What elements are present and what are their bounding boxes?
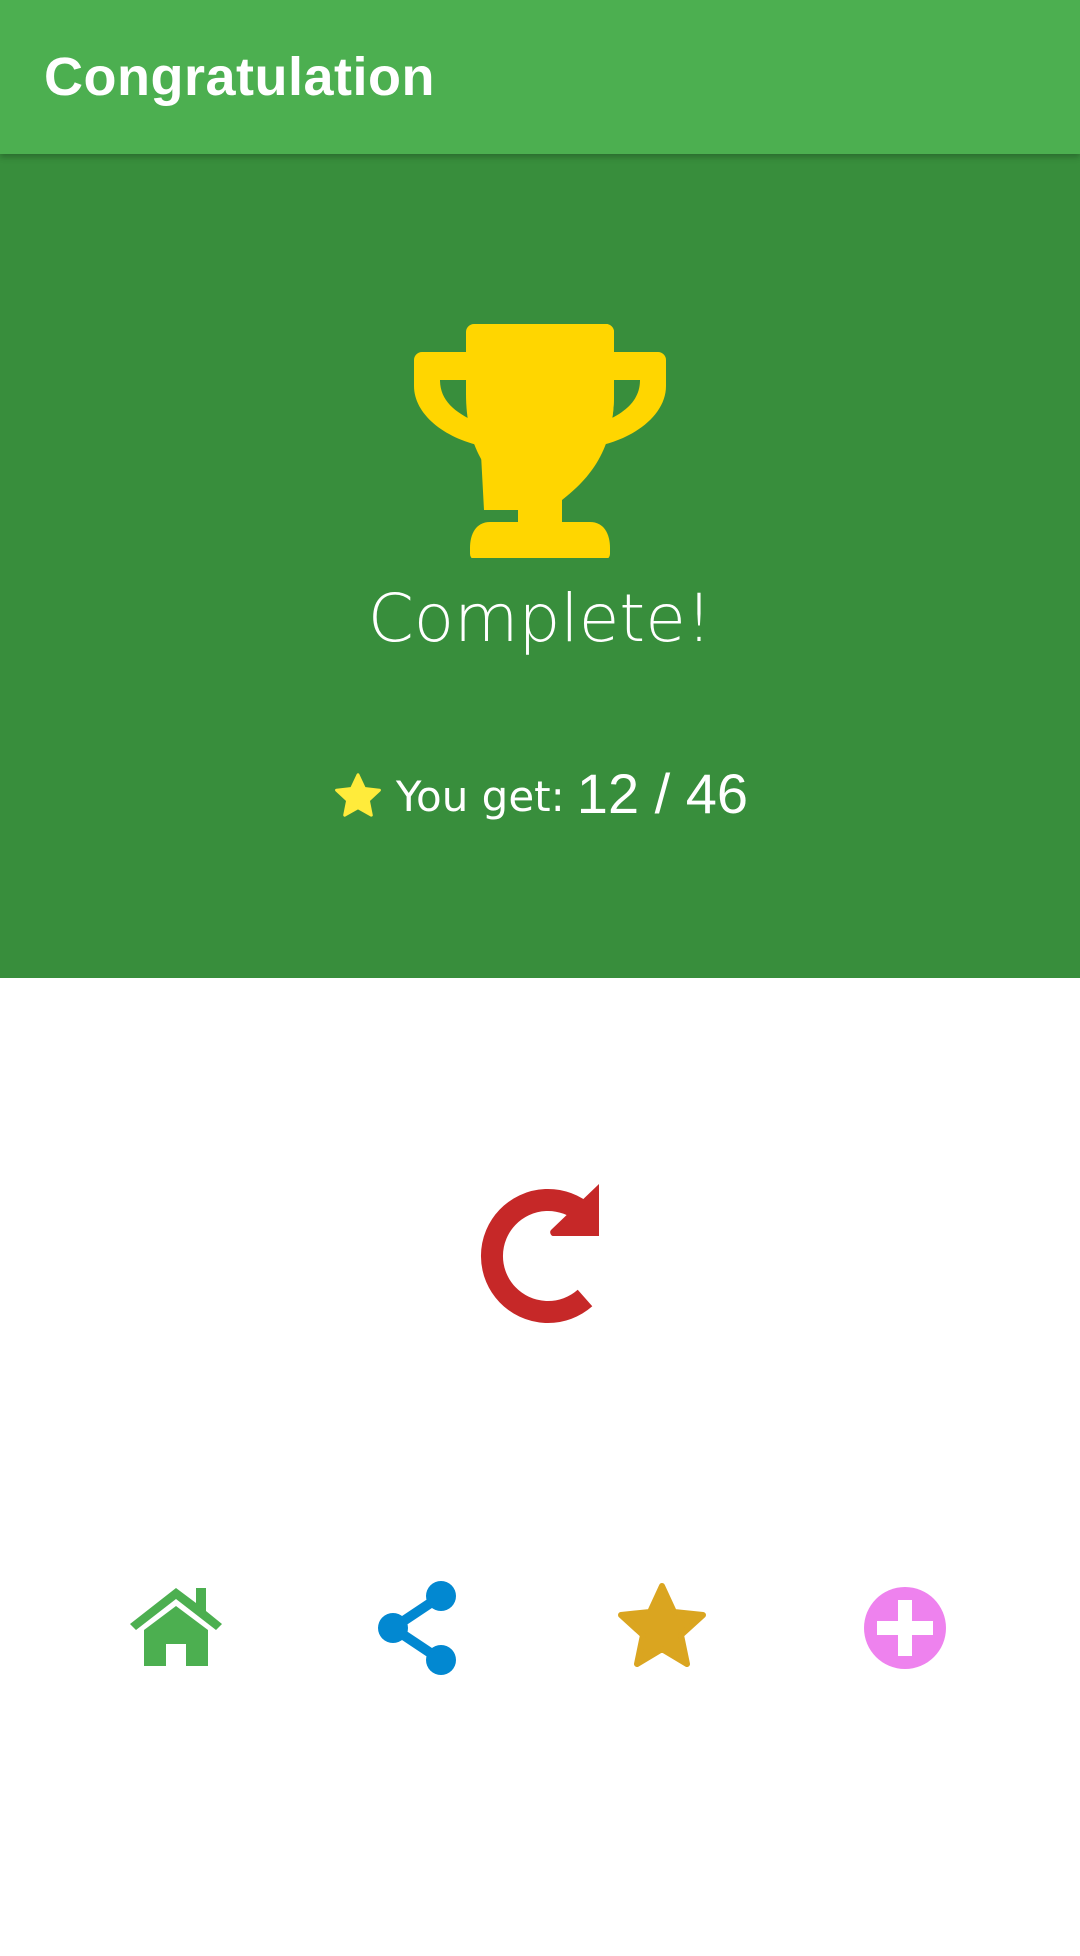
score-row: You get: 12 / 46 xyxy=(0,754,1080,834)
score-value: 12 / 46 xyxy=(576,762,749,825)
bottom-actions xyxy=(0,1578,1080,1678)
share-button[interactable] xyxy=(369,1578,469,1678)
add-button[interactable] xyxy=(855,1578,955,1678)
share-icon xyxy=(378,1581,456,1675)
page-title: Congratulation xyxy=(44,47,435,107)
score-label: You get: xyxy=(395,772,565,821)
replay-button[interactable] xyxy=(465,1180,615,1330)
star-icon xyxy=(618,1583,706,1667)
rate-button[interactable] xyxy=(612,1578,712,1678)
complete-message: Complete! xyxy=(367,580,713,657)
replay-icon xyxy=(480,1184,599,1323)
plus-circle-icon xyxy=(864,1587,946,1669)
app-root: Congratulation Complete! You get: 12 / 4… xyxy=(0,0,1080,1956)
result-panel: Complete! You get: 12 / 46 xyxy=(0,154,1080,978)
app-bar: Congratulation xyxy=(0,0,1080,154)
home-button[interactable] xyxy=(126,1578,226,1678)
star-icon xyxy=(335,773,381,817)
home-icon xyxy=(130,1588,222,1666)
trophy-icon xyxy=(414,324,666,558)
